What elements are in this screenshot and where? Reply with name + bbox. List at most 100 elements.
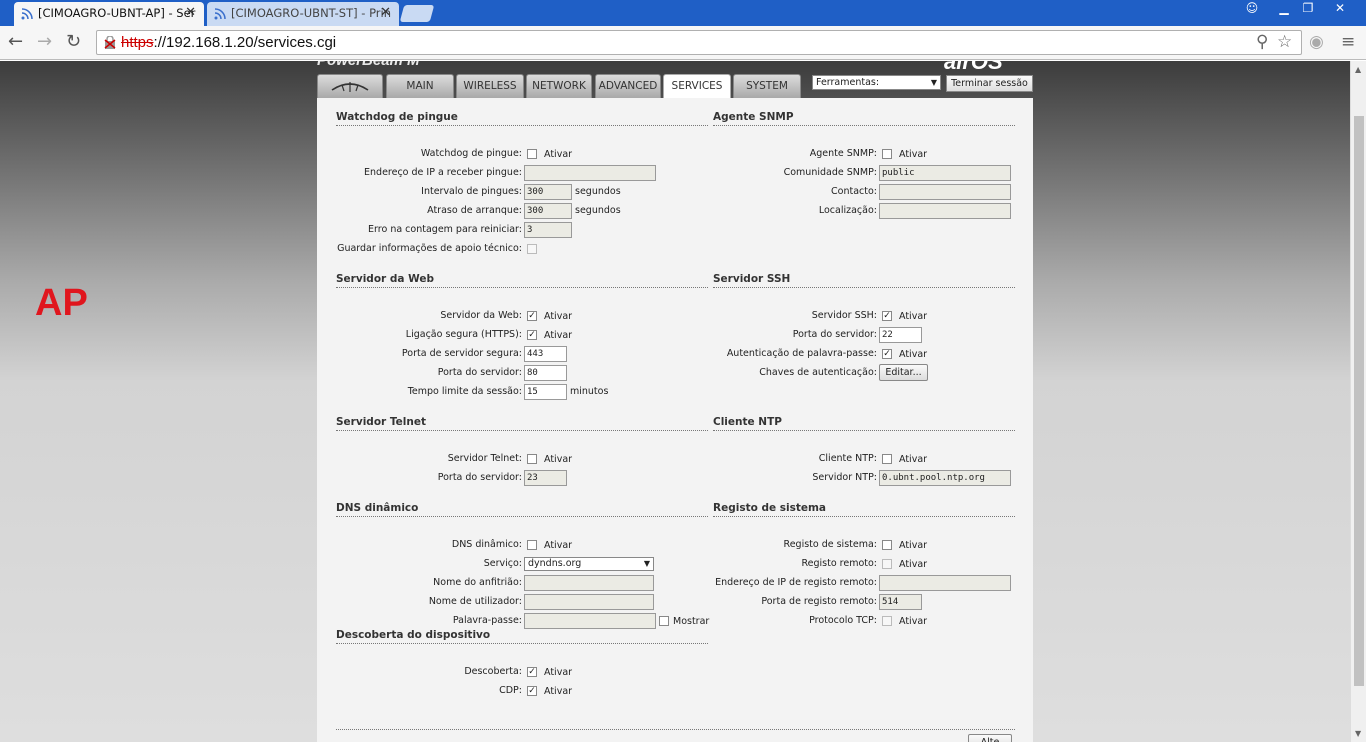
telnet-enable-checkbox[interactable] [527, 454, 537, 464]
url-rest: ://192.168.1.20/services.cgi [153, 34, 337, 51]
tab-main[interactable]: MAIN [386, 74, 454, 98]
watchdog-support-label: Guardar informações de apoio técnico: [337, 243, 522, 254]
section-title-telnet: Servidor Telnet [336, 416, 426, 428]
syslog-remote-checkbox[interactable] [882, 559, 892, 569]
browser-tab-ap[interactable]: [CIMOAGRO-UBNT-AP] - Ser ✕ [14, 2, 204, 26]
ssh-keys-edit-button[interactable]: Editar... [879, 364, 928, 381]
ddns-enable-label: DNS dinâmico: [451, 539, 522, 550]
syslog-tcp-checkbox[interactable] [882, 616, 892, 626]
ddns-service-select[interactable]: dyndns.org ▼ [524, 557, 654, 571]
section-title-ssh: Servidor SSH [713, 273, 791, 285]
watchdog-support-checkbox[interactable] [527, 244, 537, 254]
tab-logo[interactable] [317, 74, 383, 98]
scrollbar-thumb[interactable] [1354, 116, 1364, 686]
menu-icon[interactable]: ≡ [1341, 32, 1355, 52]
ssh-port-input[interactable]: 22 [879, 327, 922, 343]
syslog-enable-text: Ativar [899, 540, 928, 551]
footer-divider [336, 729, 1015, 730]
snmp-enable-checkbox[interactable] [882, 149, 892, 159]
star-icon[interactable]: ☆ [1277, 32, 1292, 52]
web-enable-checkbox[interactable]: ✓ [527, 311, 537, 321]
tab-services[interactable]: SERVICES [663, 74, 731, 99]
section-divider [713, 287, 1015, 288]
ssh-password-auth-text: Ativar [899, 349, 928, 360]
reload-icon[interactable]: ↻ [66, 32, 81, 52]
snmp-contact-input[interactable] [879, 184, 1011, 200]
logout-button[interactable]: Terminar sessão [946, 75, 1033, 92]
discovery-text: Ativar [544, 667, 573, 678]
apply-button[interactable]: Alte [968, 734, 1012, 742]
ddns-service-label: Serviço: [483, 558, 522, 569]
close-window-icon[interactable]: ✕ [1318, 0, 1362, 18]
section-divider [336, 516, 708, 517]
ddns-show-password-checkbox[interactable] [659, 616, 669, 626]
ddns-enable-checkbox[interactable] [527, 540, 537, 550]
user-icon[interactable]: ☺ [1236, 0, 1268, 18]
tools-dropdown[interactable]: Ferramentas: ▼ [812, 75, 941, 90]
product-suffix: airOS [944, 61, 1003, 74]
telnet-port-label: Porta do servidor: [437, 472, 522, 483]
web-https-text: Ativar [544, 330, 573, 341]
browser-tab-st[interactable]: [CIMOAGRO-UBNT-ST] - Prin ✕ [207, 2, 399, 26]
snmp-community-label: Comunidade SNMP: [783, 167, 877, 178]
cdp-checkbox[interactable]: ✓ [527, 686, 537, 696]
web-timeout-input[interactable]: 15 [524, 384, 567, 400]
syslog-remote-ip-label: Endereço de IP de registo remoto: [715, 577, 877, 588]
section-title-syslog: Registo de sistema [713, 502, 827, 514]
web-port-input[interactable]: 80 [524, 365, 567, 381]
syslog-tcp-text: Ativar [899, 616, 928, 627]
tab-wireless[interactable]: WIRELESS [456, 74, 524, 98]
discovery-checkbox[interactable]: ✓ [527, 667, 537, 677]
ntp-enable-label: Cliente NTP: [818, 453, 877, 464]
back-icon[interactable]: ← [8, 32, 23, 52]
web-port-label: Porta do servidor: [437, 367, 522, 378]
close-tab-icon[interactable]: ✕ [185, 5, 196, 20]
forward-icon[interactable]: → [37, 32, 52, 52]
ddns-user-input[interactable] [524, 594, 654, 610]
syslog-remote-ip-input[interactable] [879, 575, 1011, 591]
scroll-down-icon[interactable]: ▼ [1355, 729, 1361, 738]
syslog-enable-checkbox[interactable] [882, 540, 892, 550]
scroll-up-icon[interactable]: ▲ [1355, 65, 1361, 74]
snmp-community-input[interactable]: public [879, 165, 1011, 181]
address-bar[interactable]: https://192.168.1.20/services.cgi [96, 30, 1302, 55]
syslog-remote-label: Registo remoto: [801, 558, 877, 569]
ssh-password-auth-checkbox[interactable]: ✓ [882, 349, 892, 359]
snmp-contact-label: Contacto: [831, 186, 877, 197]
watchdog-delay-input[interactable]: 300 [524, 203, 572, 219]
section-title-ddns: DNS dinâmico [336, 502, 419, 514]
syslog-remote-port-input[interactable]: 514 [879, 594, 922, 610]
section-divider [336, 430, 708, 431]
snmp-enable-text: Ativar [899, 149, 928, 160]
section-title-discovery: Descoberta do dispositivo [336, 629, 491, 641]
watchdog-interval-input[interactable]: 300 [524, 184, 572, 200]
watchdog-enable-checkbox[interactable] [527, 149, 537, 159]
page-viewport: AP PowerBeam M airOS MAIN WIRELESS NETWO… [0, 61, 1350, 742]
zoom-icon[interactable]: ⚲ [1256, 32, 1268, 52]
extension-icon[interactable]: ◉ [1309, 32, 1324, 52]
page-scrollbar[interactable]: ▲ ▼ [1350, 61, 1366, 742]
ssh-enable-text: Ativar [899, 311, 928, 322]
ddns-password-input[interactable] [524, 613, 656, 629]
telnet-port-input[interactable]: 23 [524, 470, 567, 486]
watchdog-ip-input[interactable] [524, 165, 656, 181]
section-divider [713, 430, 1015, 431]
web-secure-port-input[interactable]: 443 [524, 346, 567, 362]
web-https-checkbox[interactable]: ✓ [527, 330, 537, 340]
rss-icon [214, 8, 226, 20]
new-tab-button[interactable] [399, 5, 435, 22]
snmp-location-input[interactable] [879, 203, 1011, 219]
close-tab-icon[interactable]: ✕ [380, 5, 391, 20]
ddns-service-value: dyndns.org [528, 558, 582, 569]
ntp-enable-text: Ativar [899, 454, 928, 465]
ssh-enable-checkbox[interactable]: ✓ [882, 311, 892, 321]
ddns-host-input[interactable] [524, 575, 654, 591]
watchdog-fail-input[interactable]: 3 [524, 222, 572, 238]
ddns-show-password-text: Mostrar [673, 616, 710, 627]
ntp-enable-checkbox[interactable] [882, 454, 892, 464]
tab-advanced[interactable]: ADVANCED [595, 74, 661, 98]
web-timeout-unit: minutos [570, 386, 609, 397]
tab-network[interactable]: NETWORK [526, 74, 592, 98]
tab-system[interactable]: SYSTEM [733, 74, 801, 98]
ntp-server-input[interactable]: 0.ubnt.pool.ntp.org [879, 470, 1011, 486]
